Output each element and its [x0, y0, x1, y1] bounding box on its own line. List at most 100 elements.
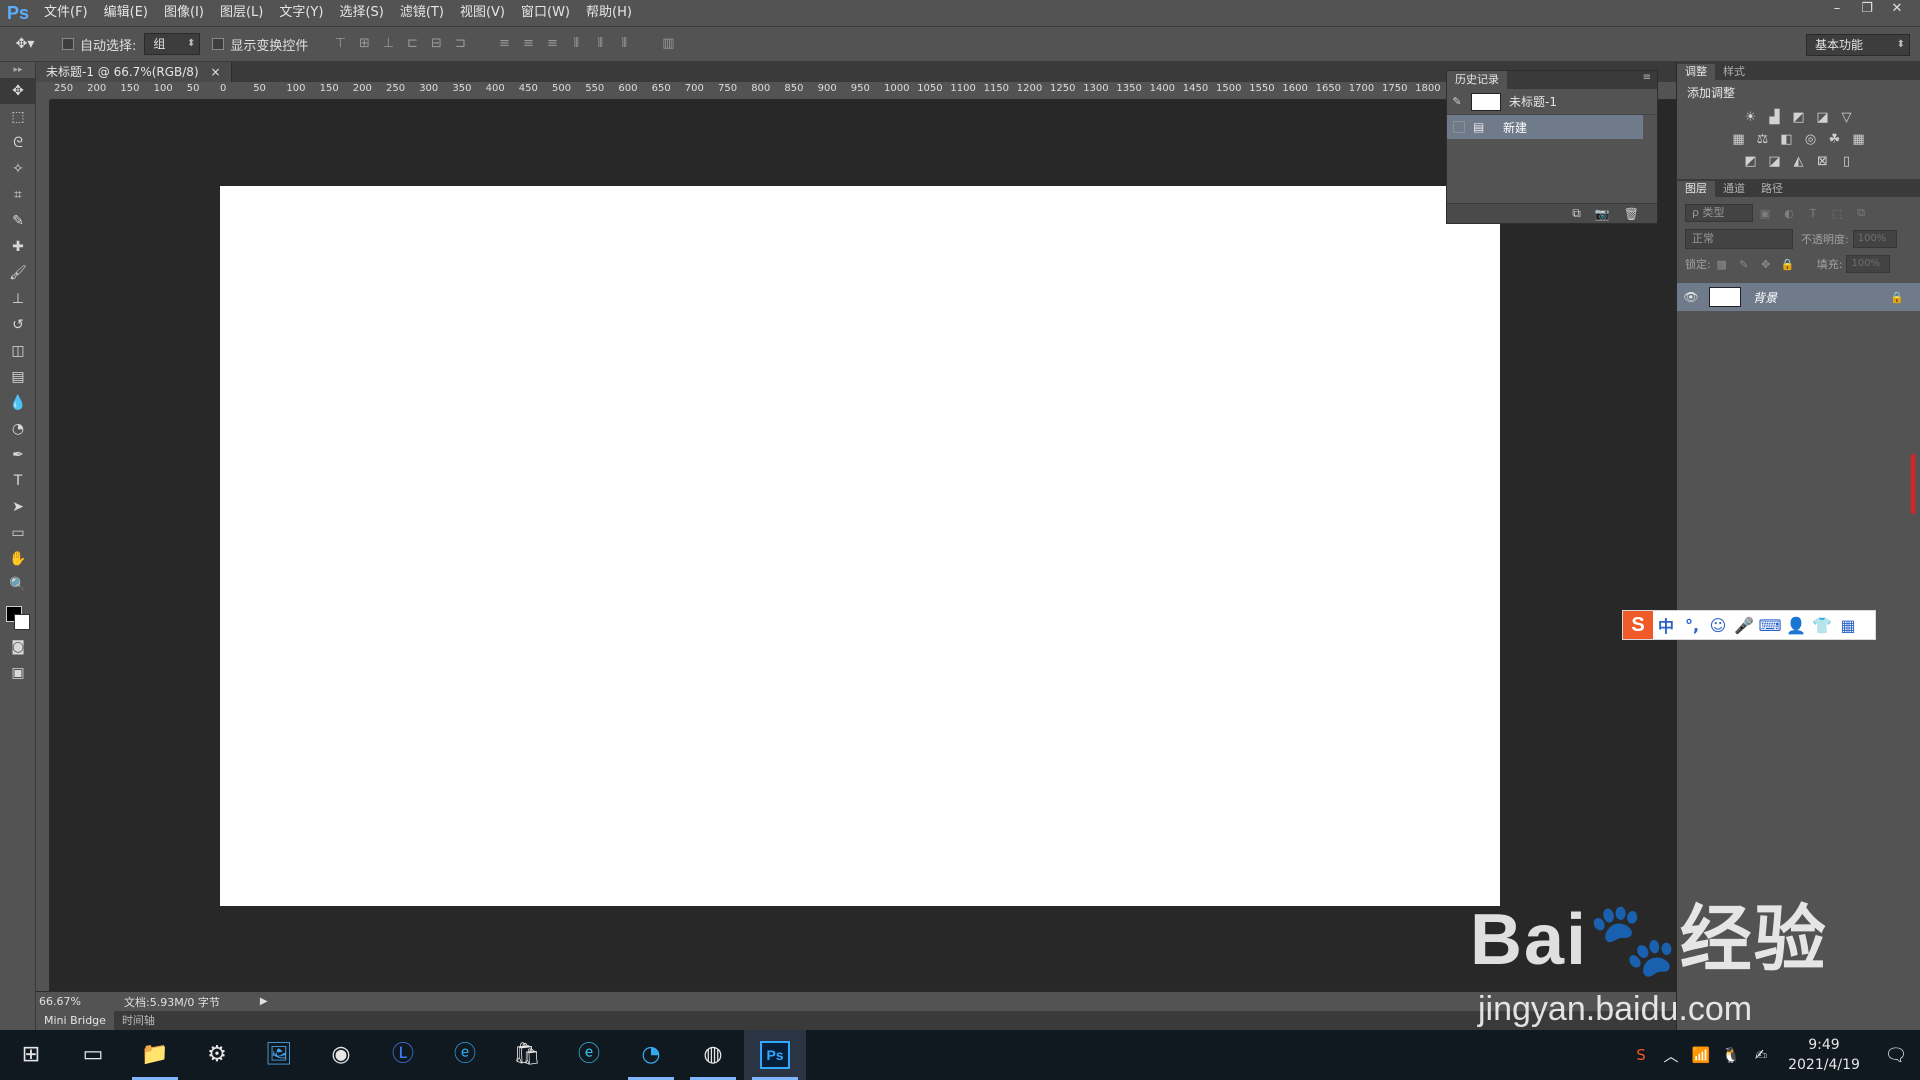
gradient-map-icon[interactable]: ▯ — [1838, 153, 1856, 171]
menu-window[interactable]: 窗口(W) — [513, 0, 578, 26]
clone-stamp-tool-icon[interactable]: ⊥ — [0, 286, 36, 312]
crop-tool-icon[interactable]: ⌗ — [0, 182, 36, 208]
auto-align-icon[interactable]: ▥ — [656, 33, 680, 55]
document-tab[interactable]: 未标题-1 @ 66.7%(RGB/8) × — [36, 62, 232, 82]
ime-punctuation-icon[interactable]: °, — [1679, 616, 1705, 635]
tab-styles[interactable]: 样式 — [1715, 64, 1753, 80]
background-color-swatch[interactable] — [14, 614, 30, 630]
auto-select-checkbox[interactable] — [62, 38, 74, 50]
menu-view[interactable]: 视图(V) — [452, 0, 513, 26]
visibility-eye-icon[interactable]: 👁 — [1677, 290, 1705, 304]
filter-smart-object-icon[interactable]: ⧉ — [1849, 206, 1873, 220]
toolbox-collapse-icon[interactable]: ▸▸ — [0, 62, 36, 78]
sogou-tray-icon[interactable]: S — [1626, 1046, 1656, 1064]
menu-help[interactable]: 帮助(H) — [578, 0, 640, 26]
ruler-vertical[interactable] — [36, 100, 50, 1012]
hand-tool-icon[interactable]: ✋ — [0, 546, 36, 572]
hue-saturation-icon[interactable]: ▦ — [1730, 131, 1748, 149]
lock-image-icon[interactable]: ✎ — [1733, 258, 1755, 271]
distribute-left-icon[interactable]: ⦀ — [564, 33, 588, 55]
distribute-hcenter-icon[interactable]: ⦀ — [588, 33, 612, 55]
eraser-tool-icon[interactable]: ◫ — [0, 338, 36, 364]
qq-tray-icon[interactable]: 🐧 — [1716, 1046, 1746, 1064]
file-explorer-icon[interactable]: 📁 — [124, 1030, 186, 1080]
close-button[interactable]: ✕ — [1882, 0, 1912, 18]
healing-brush-tool-icon[interactable]: ✚ — [0, 234, 36, 260]
settings-icon[interactable]: ⚙ — [186, 1030, 248, 1080]
show-transform-checkbox[interactable] — [212, 38, 225, 50]
filter-pixel-icon[interactable]: ▣ — [1753, 207, 1777, 220]
align-vcenter-icon[interactable]: ⊞ — [352, 33, 376, 55]
system-clock[interactable]: 9:49 2021/4/19 — [1776, 1035, 1872, 1075]
tab-mini-bridge[interactable]: Mini Bridge — [36, 1011, 114, 1030]
history-step-checkbox[interactable] — [1453, 121, 1465, 133]
notification-center-icon[interactable]: 🗨 — [1872, 1045, 1920, 1066]
color-lookup-icon[interactable]: ▦ — [1850, 131, 1868, 149]
distribute-top-icon[interactable]: ≡ — [492, 33, 516, 55]
menu-filter[interactable]: 滤镜(T) — [392, 0, 452, 26]
channel-mixer-icon[interactable]: ☘ — [1826, 131, 1844, 149]
type-tool-icon[interactable]: T — [0, 468, 36, 494]
menu-edit[interactable]: 编辑(E) — [96, 0, 156, 26]
zoom-tool-icon[interactable]: 🔍 — [0, 572, 36, 598]
vibrance-icon[interactable]: ▽ — [1838, 109, 1856, 127]
new-document-from-state-icon[interactable]: ⧉ — [1572, 206, 1581, 221]
opacity-input[interactable]: 100% — [1852, 230, 1897, 248]
align-hcenter-icon[interactable]: ⊟ — [424, 33, 448, 55]
ime-emoji-icon[interactable]: ☺ — [1705, 616, 1731, 635]
threshold-icon[interactable]: ◭ — [1790, 153, 1808, 171]
restore-button[interactable]: ❐ — [1852, 0, 1882, 18]
blend-mode-dropdown[interactable]: 正常 — [1685, 229, 1793, 249]
internet-explorer-icon[interactable]: ⓔ — [434, 1030, 496, 1080]
selective-color-icon[interactable]: ⊠ — [1814, 153, 1832, 171]
menu-type[interactable]: 文字(Y) — [271, 0, 331, 26]
align-left-icon[interactable]: ⊏ — [400, 33, 424, 55]
network-icon[interactable]: 📶 — [1686, 1046, 1716, 1064]
align-bottom-icon[interactable]: ⊥ — [376, 33, 400, 55]
tab-timeline[interactable]: 时间轴 — [114, 1011, 163, 1030]
sogou-logo-icon[interactable]: S — [1623, 611, 1653, 639]
canvas[interactable] — [220, 186, 1500, 906]
marquee-tool-icon[interactable]: ⬚ — [0, 104, 36, 130]
chrome-icon[interactable]: ◉ — [310, 1030, 372, 1080]
path-selection-tool-icon[interactable]: ➤ — [0, 494, 36, 520]
lasso-tool-icon[interactable]: ᘓ — [0, 130, 36, 156]
curves-icon[interactable]: ◩ — [1790, 109, 1808, 127]
lock-all-icon[interactable]: 🔒 — [1777, 258, 1799, 271]
exposure-icon[interactable]: ◪ — [1814, 109, 1832, 127]
posterize-icon[interactable]: ◪ — [1766, 153, 1784, 171]
status-menu-arrow-icon[interactable]: ▶ — [260, 996, 268, 1007]
windows-start-icon[interactable]: ⊞ — [0, 1030, 62, 1080]
quick-mask-icon[interactable]: ◙ — [0, 634, 36, 660]
edge-icon[interactable]: ⓔ — [558, 1030, 620, 1080]
media-app-icon[interactable]: ◍ — [682, 1030, 744, 1080]
filter-adjustment-icon[interactable]: ◐ — [1777, 207, 1801, 220]
ime-chinese-mode[interactable]: 中 — [1653, 613, 1679, 637]
rectangle-tool-icon[interactable]: ▭ — [0, 520, 36, 546]
store-icon[interactable]: 🛍 — [496, 1030, 558, 1080]
lock-transparent-icon[interactable]: ▩ — [1711, 258, 1733, 271]
tab-channels[interactable]: 通道 — [1715, 181, 1753, 197]
history-brush-source-icon[interactable]: ✎ — [1447, 95, 1467, 108]
levels-icon[interactable]: ▟ — [1766, 109, 1784, 127]
delete-state-icon[interactable]: 🗑 — [1624, 207, 1639, 221]
eyedropper-tool-icon[interactable]: ✎ — [0, 208, 36, 234]
auto-select-dropdown[interactable]: 组 — [144, 33, 201, 55]
brush-tool-icon[interactable]: 🖌 — [0, 260, 36, 286]
ruler-horizontal[interactable]: 250 200 150 100 50 0 50 100 150 200 250 300 350 400 45… — [50, 82, 1676, 100]
brightness-contrast-icon[interactable]: ☀ — [1742, 109, 1760, 127]
align-top-icon[interactable]: ⊤ — [328, 33, 352, 55]
show-hidden-icons-icon[interactable]: ︿ — [1656, 1045, 1686, 1066]
panel-menu-icon[interactable]: ≡ — [1643, 72, 1651, 83]
history-brush-tool-icon[interactable]: ↺ — [0, 312, 36, 338]
layer-item[interactable]: 👁 背景 🔒 — [1677, 283, 1920, 311]
lock-position-icon[interactable]: ✥ — [1755, 258, 1777, 271]
ime-keyboard-icon[interactable]: ⌨ — [1757, 616, 1783, 635]
photoshop-task-icon[interactable]: Ps — [744, 1030, 806, 1080]
app-l-icon[interactable]: Ⓛ — [372, 1030, 434, 1080]
workspace-dropdown[interactable]: 基本功能 — [1806, 34, 1910, 56]
task-view-icon[interactable]: ▭ — [62, 1030, 124, 1080]
menu-image[interactable]: 图像(I) — [156, 0, 212, 26]
history-snapshot[interactable]: ✎ 未标题-1 — [1447, 89, 1657, 115]
distribute-right-icon[interactable]: ⦀ — [612, 33, 636, 55]
